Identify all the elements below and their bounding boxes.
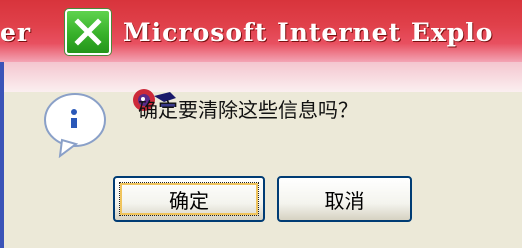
title-left-fragment: er	[0, 18, 32, 47]
cancel-button-label: 取消	[324, 188, 365, 213]
ok-button-label: 确定	[169, 188, 209, 213]
close-button[interactable]	[65, 9, 111, 55]
title-bar[interactable]: er Microsoft Internet Explo	[0, 0, 522, 62]
window-left-border	[0, 62, 4, 248]
info-balloon-icon	[44, 93, 106, 158]
dialog-window: er Microsoft Internet Explo 确定要清除这些信息吗？ …	[0, 0, 522, 248]
cancel-button[interactable]: 取消	[277, 176, 412, 222]
close-icon	[74, 18, 102, 46]
dialog-title: Microsoft Internet Explo	[123, 18, 494, 47]
ok-button[interactable]: 确定	[113, 176, 265, 222]
dialog-message: 确定要清除这些信息吗？	[138, 98, 358, 122]
